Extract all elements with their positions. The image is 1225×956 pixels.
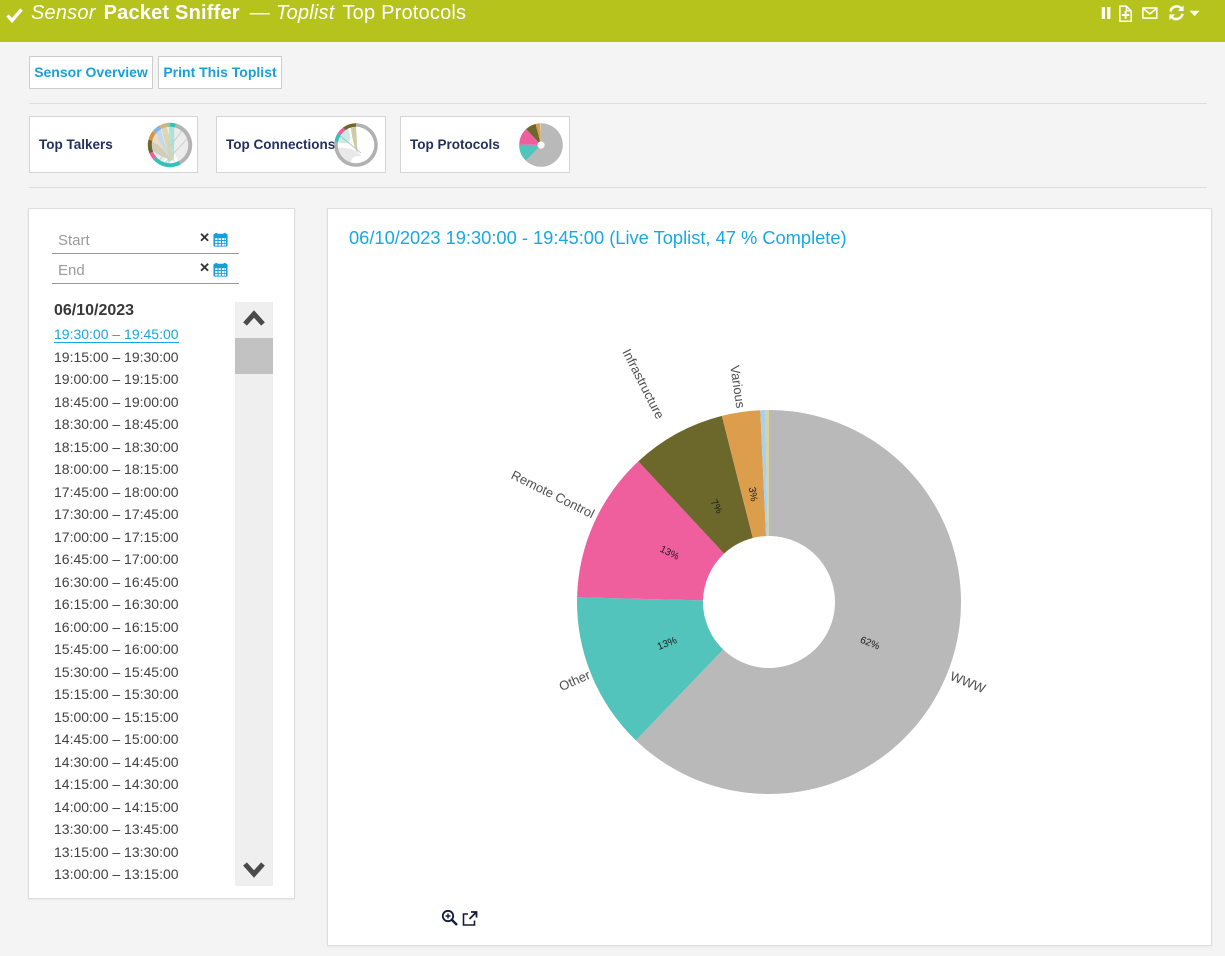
svg-text:Various: Various	[727, 364, 748, 409]
svg-text:Other: Other	[557, 667, 593, 694]
svg-text:Infrastructure: Infrastructure	[619, 346, 667, 421]
svg-text:WWW: WWW	[948, 668, 988, 696]
svg-text:3%: 3%	[746, 486, 759, 502]
svg-text:Remote Control: Remote Control	[509, 467, 597, 521]
